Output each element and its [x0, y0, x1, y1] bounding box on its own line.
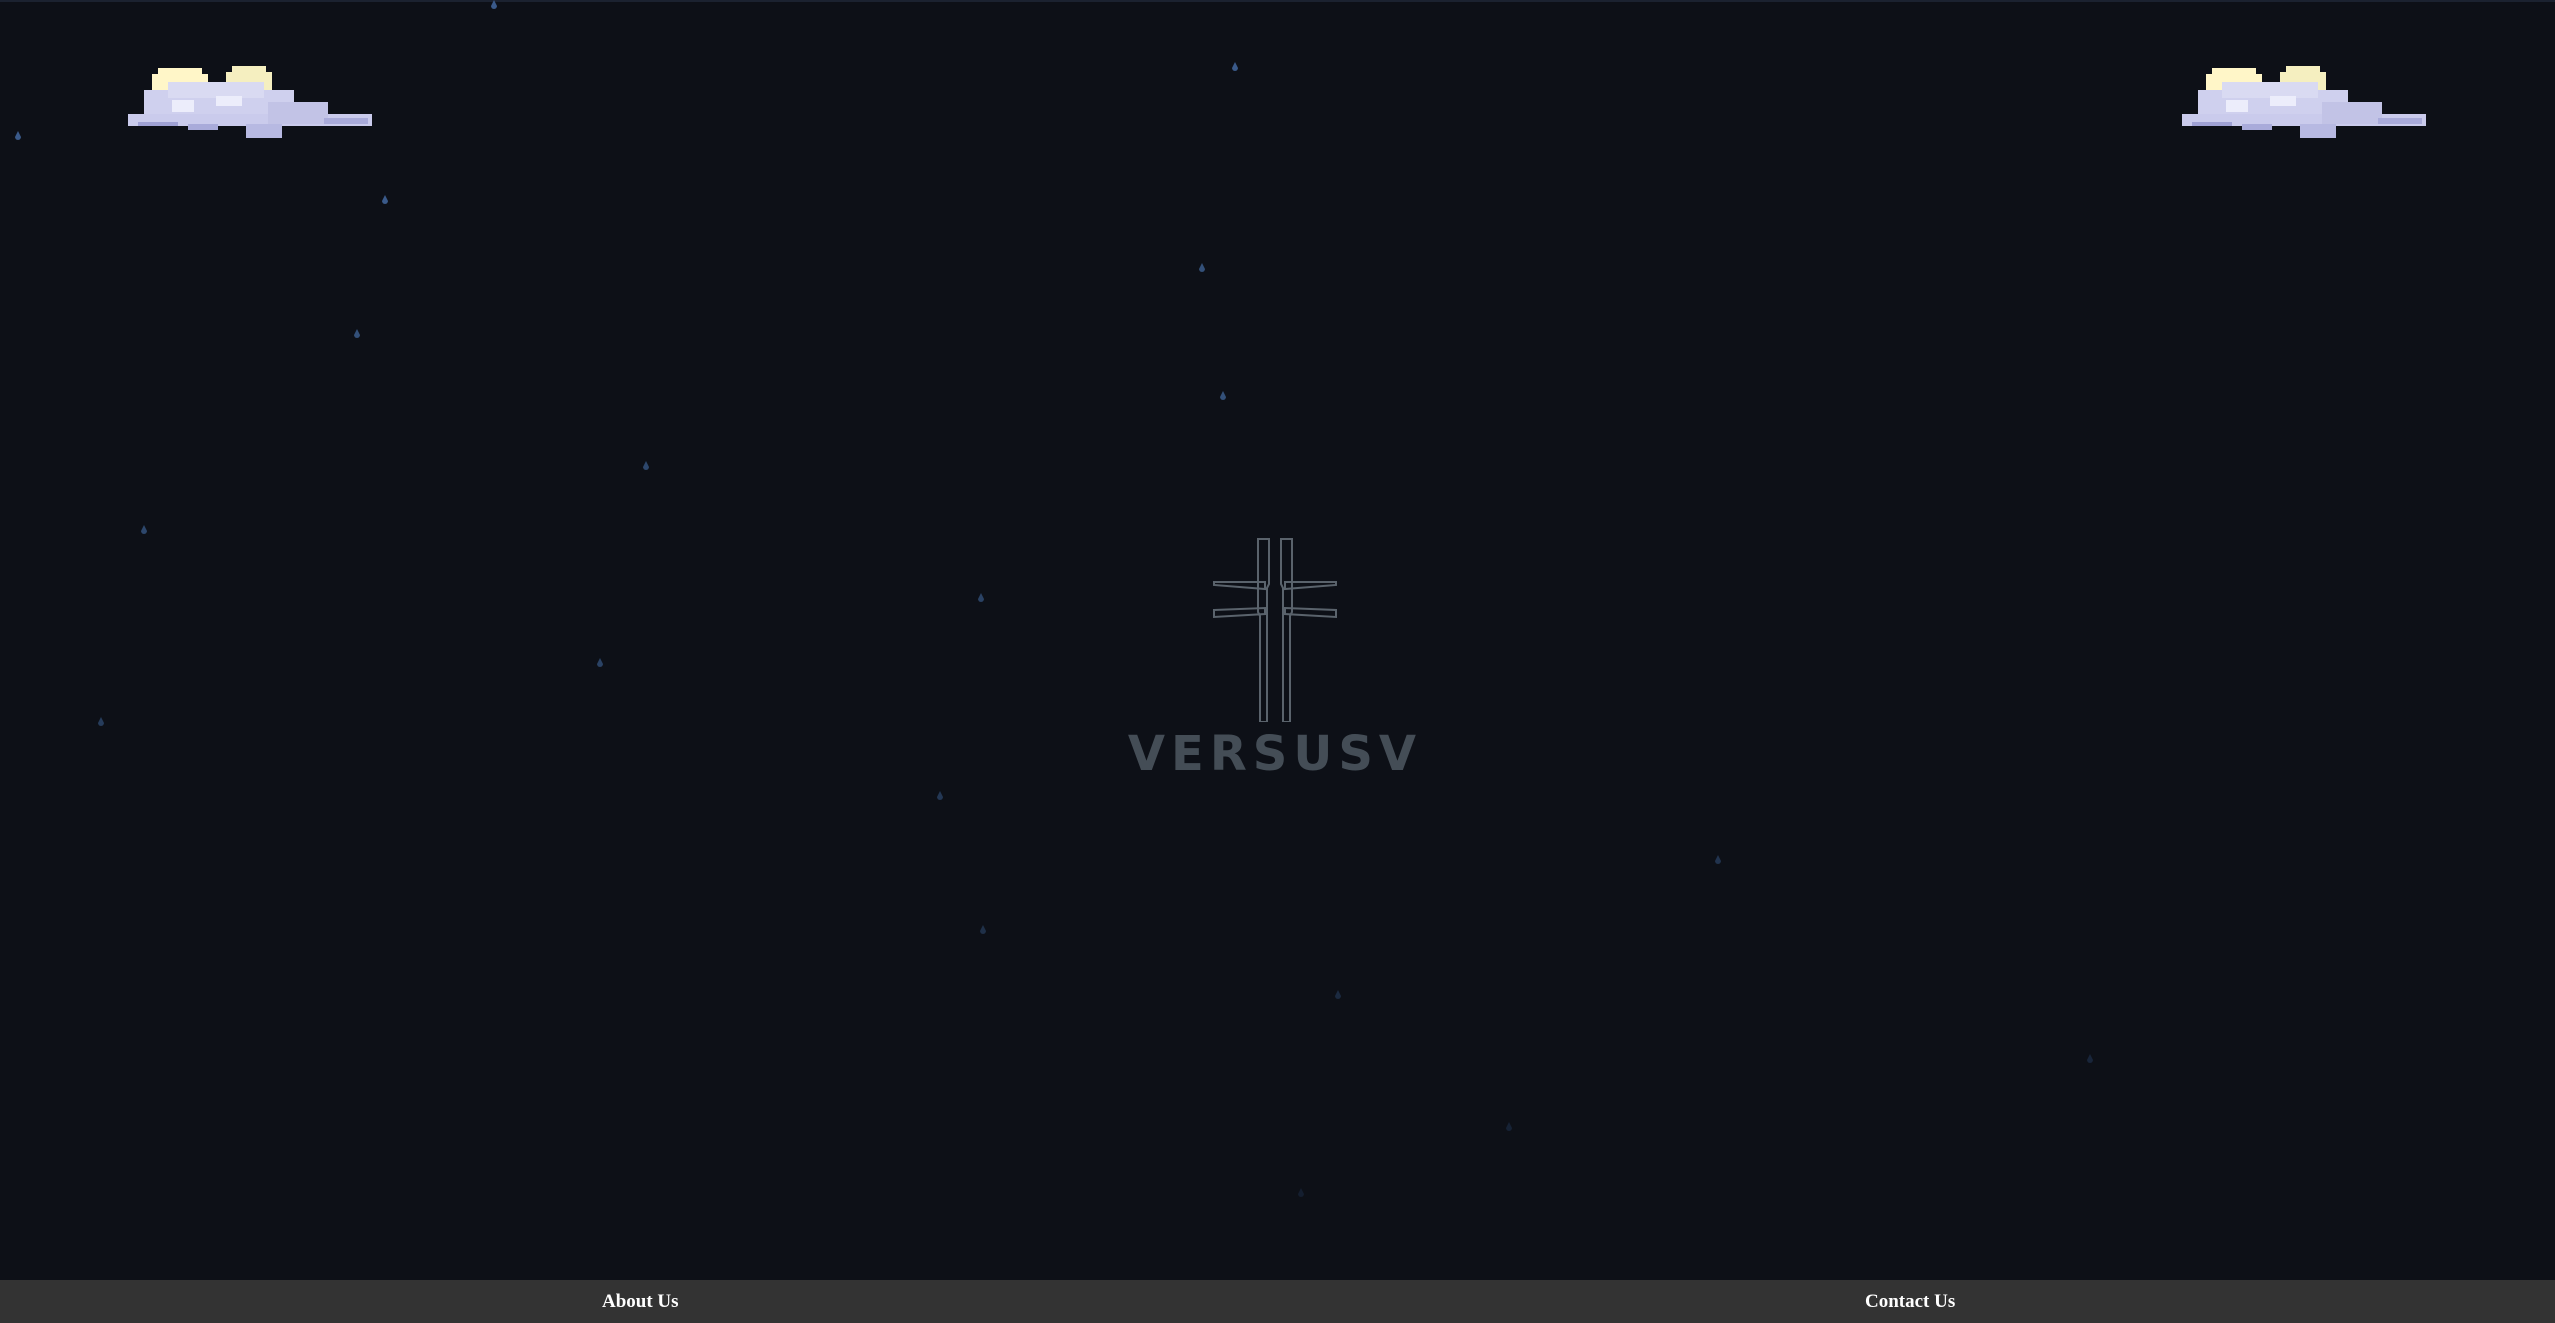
cross-icon [1213, 538, 1337, 722]
raindrop-icon [15, 131, 21, 140]
top-border [0, 0, 2555, 2]
raindrop-icon [980, 925, 986, 934]
about-us-link[interactable]: About Us [602, 1280, 679, 1323]
raindrop-icon [1220, 391, 1226, 400]
raindrop-icon [141, 525, 147, 534]
raindrop-icon [1335, 990, 1341, 999]
raindrop-icon [597, 658, 603, 667]
brand-wordmark: VERSUSV [1128, 728, 1422, 778]
raindrop-icon [1298, 1188, 1304, 1197]
contact-us-link[interactable]: Contact Us [1865, 1280, 1955, 1323]
raindrop-icon [382, 195, 388, 204]
raindrop-icon [2087, 1054, 2093, 1063]
raindrop-icon [937, 791, 943, 800]
brand-logo: VERSUSV [1120, 538, 1430, 783]
raindrop-icon [978, 593, 984, 602]
raindrop-icon [643, 461, 649, 470]
cloud-moon-icon [2182, 66, 2426, 138]
raindrop-icon [1715, 855, 1721, 864]
raindrop-icon [354, 329, 360, 338]
cloud-moon-icon [128, 66, 372, 138]
raindrop-icon [1199, 263, 1205, 272]
raindrop-icon [1506, 1122, 1512, 1131]
raindrop-icon [98, 717, 104, 726]
raindrop-icon [1232, 62, 1238, 71]
footer-bar: About Us Contact Us [0, 1280, 2555, 1323]
brand-wordmark-text: VERSUSV [1128, 728, 1422, 778]
